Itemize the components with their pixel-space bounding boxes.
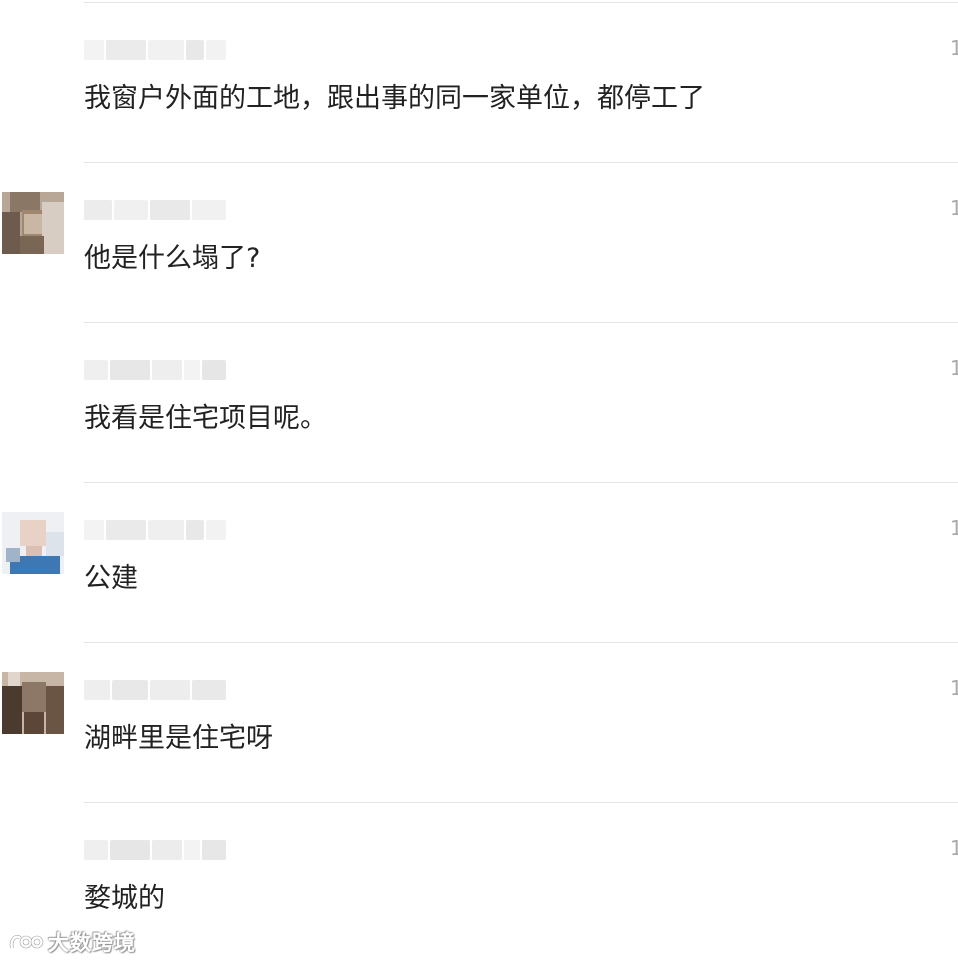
- username-blurred[interactable]: [84, 520, 226, 540]
- comment-item: 1 我看是住宅项目呢。: [0, 322, 958, 482]
- comment-text: 婺城的: [84, 883, 165, 914]
- divider: [84, 162, 958, 163]
- comment-text: 我窗户外面的工地，跟出事的同一家单位，都停工了: [84, 83, 705, 114]
- comment-time: 1: [950, 356, 958, 380]
- comment-item: 1 我窗户外面的工地，跟出事的同一家单位，都停工了: [0, 2, 958, 162]
- comment-item: 1 公建: [0, 482, 958, 642]
- avatar[interactable]: [2, 512, 64, 574]
- divider: [84, 642, 958, 643]
- watermark-text: 大数跨境: [48, 931, 136, 955]
- username-blurred[interactable]: [84, 200, 226, 220]
- comment-time: 1: [950, 36, 958, 60]
- comment-time: 1: [950, 196, 958, 220]
- username-blurred[interactable]: [84, 360, 226, 380]
- comment-time: 1: [950, 836, 958, 860]
- avatar[interactable]: [2, 192, 64, 254]
- divider: [84, 322, 958, 323]
- brand-logo-icon: [8, 930, 44, 954]
- comment-time: 1: [950, 676, 958, 700]
- username-blurred[interactable]: [84, 40, 226, 60]
- avatar[interactable]: [2, 672, 64, 734]
- comment-text: 他是什么塌了?: [84, 243, 261, 274]
- comment-item: 1 他是什么塌了?: [0, 162, 958, 322]
- watermark: 大数跨境: [8, 926, 136, 958]
- divider: [84, 2, 958, 3]
- divider: [84, 802, 958, 803]
- comment-time: 1: [950, 516, 958, 540]
- comment-item: 1 湖畔里是住宅呀: [0, 642, 958, 802]
- username-blurred[interactable]: [84, 680, 226, 700]
- comment-text: 公建: [84, 563, 138, 594]
- comment-text: 我看是住宅项目呢。: [84, 403, 327, 434]
- username-blurred[interactable]: [84, 840, 226, 860]
- comment-text: 湖畔里是住宅呀: [84, 723, 273, 754]
- divider: [84, 482, 958, 483]
- comment-item: 1 婺城的: [0, 802, 958, 962]
